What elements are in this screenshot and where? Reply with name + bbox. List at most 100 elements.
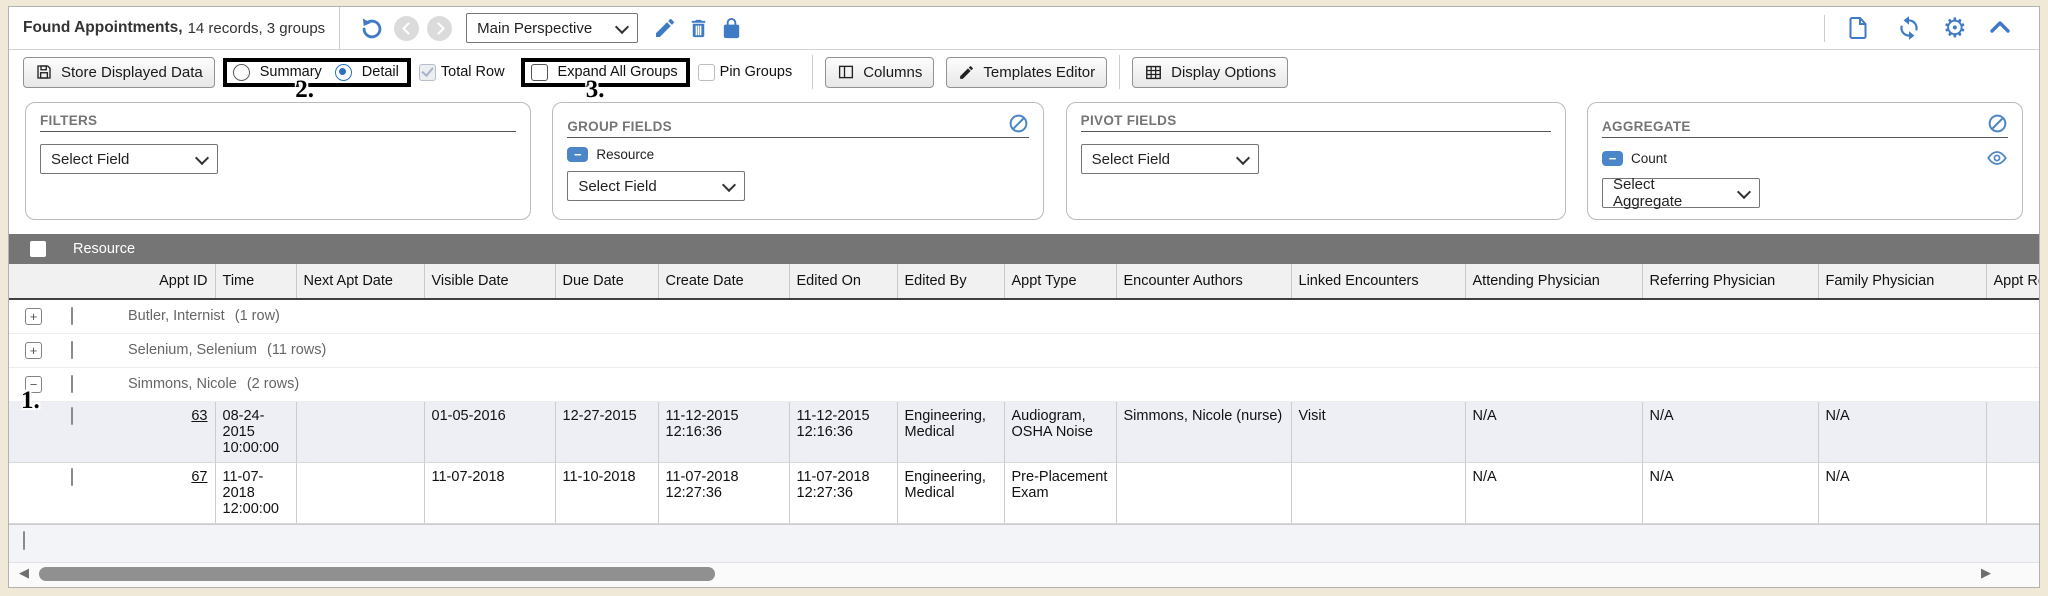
column-header-due-date[interactable]: Due Date [555, 264, 658, 299]
store-displayed-data-button[interactable]: Store Displayed Data [23, 57, 215, 88]
group-row-selenium: + Selenium, Selenium (11 rows) [9, 334, 2039, 368]
cell-family-physician: N/A [1818, 463, 1986, 524]
appt-id-link[interactable]: 63 [191, 408, 207, 424]
history-back-button[interactable] [394, 16, 419, 41]
aggregate-name: Count [1631, 151, 1667, 166]
clear-aggregate-icon[interactable] [1987, 113, 2008, 134]
scrollbar-thumb[interactable] [39, 567, 715, 581]
group-fields-panel: GROUP FIELDS − Resource Select Field [552, 102, 1044, 220]
group-row-count: (1 row) [235, 308, 280, 324]
cell-edited-on: 11-07-2018 12:27:36 [789, 463, 897, 524]
chevron-right-icon [432, 22, 445, 35]
display-options-button[interactable]: Display Options [1132, 57, 1288, 88]
undo-icon[interactable] [359, 15, 385, 41]
column-header-attending-physician[interactable]: Attending Physician [1465, 264, 1642, 299]
column-header-time[interactable]: Time [215, 264, 296, 299]
cell-visible-date: 01-05-2016 [424, 402, 555, 463]
total-row-checkbox[interactable] [419, 64, 436, 81]
screen: Found Appointments, 14 records, 3 groups… [0, 0, 2048, 596]
group-row-checkbox[interactable] [71, 307, 73, 325]
filters-field-select[interactable]: Select Field [40, 144, 218, 174]
group-name: Simmons, Nicole [128, 376, 237, 392]
new-document-icon[interactable] [1846, 16, 1870, 40]
column-header-family-physician[interactable]: Family Physician [1818, 264, 1986, 299]
expand-all-groups-checkbox[interactable] [531, 64, 548, 81]
column-header-referring-physician[interactable]: Referring Physician [1642, 264, 1818, 299]
scroll-left-icon[interactable]: ◀ [19, 567, 29, 580]
summary-radio[interactable] [233, 64, 250, 81]
group-field-select[interactable]: Select Field [567, 171, 745, 201]
pivot-fields-title-row: PIVOT FIELDS [1081, 113, 1551, 132]
chevron-down-icon [195, 150, 209, 164]
annotation-2: 2. [295, 77, 314, 102]
pin-groups-label: Pin Groups [720, 64, 793, 80]
horizontal-scrollbar[interactable]: ◀ ▶ [9, 562, 2039, 587]
column-header-appt-type[interactable]: Appt Type [1004, 264, 1116, 299]
results-grid: Resource Appt ID Time Next Apt [9, 234, 2039, 587]
remove-aggregate-button[interactable]: − [1602, 151, 1623, 166]
lock-perspective-icon[interactable] [720, 17, 743, 40]
aggregate-select-value: Select Aggregate [1613, 176, 1725, 210]
history-forward-button[interactable] [427, 16, 452, 41]
pivot-field-select[interactable]: Select Field [1081, 144, 1259, 174]
field-panels: FILTERS Select Field GROUP FIELDS − Reso… [9, 94, 2039, 226]
row-checkbox[interactable] [71, 468, 73, 486]
aggregate-select[interactable]: Select Aggregate [1602, 178, 1760, 208]
select-all-checkbox[interactable] [30, 241, 46, 257]
column-header-next-apt-date[interactable]: Next Apt Date [296, 264, 424, 299]
column-header-visible-date[interactable]: Visible Date [424, 264, 555, 299]
column-header-appt-re[interactable]: Appt Re [1986, 264, 2039, 299]
columns-button[interactable]: Columns [825, 57, 934, 88]
divider [1824, 15, 1825, 42]
column-header-row: Appt ID Time Next Apt Date Visible Date … [9, 264, 2039, 299]
divider [339, 7, 340, 49]
header-actions: ⚙ [1824, 15, 2025, 42]
column-header-edited-by[interactable]: Edited By [897, 264, 1004, 299]
cell-time: 08-24-2015 10:00:00 [215, 402, 296, 463]
clear-group-fields-icon[interactable] [1008, 113, 1029, 134]
expand-group-icon[interactable]: + [25, 308, 42, 325]
aggregate-chip-row: − Count [1602, 147, 2008, 169]
gear-icon[interactable]: ⚙ [1943, 15, 1967, 42]
cell-next-apt-date [296, 402, 424, 463]
footer-checkbox[interactable] [23, 531, 25, 550]
appt-id-link[interactable]: 67 [191, 469, 207, 485]
remove-group-field-button[interactable]: − [567, 147, 588, 162]
visibility-eye-icon[interactable] [1986, 147, 2008, 169]
total-row-label: Total Row [441, 64, 505, 80]
group-field-name: Resource [596, 147, 654, 162]
column-header-appt-id[interactable]: Appt ID [119, 264, 215, 299]
group-row-checkbox[interactable] [71, 375, 73, 393]
column-header-create-date[interactable]: Create Date [658, 264, 789, 299]
checkbox-column-header [64, 264, 119, 299]
templates-editor-button[interactable]: Templates Editor [946, 57, 1107, 88]
delete-perspective-icon[interactable] [687, 17, 710, 40]
pin-groups-checkbox[interactable] [698, 64, 715, 81]
detail-radio[interactable] [335, 64, 352, 81]
edit-perspective-icon[interactable] [653, 16, 677, 40]
cell-referring-physician: N/A [1642, 463, 1818, 524]
cell-due-date: 12-27-2015 [555, 402, 658, 463]
expand-group-icon[interactable]: + [25, 342, 42, 359]
cell-referring-physician: N/A [1642, 402, 1818, 463]
page-title: Found Appointments, [23, 19, 183, 37]
refresh-icon[interactable] [1896, 15, 1922, 41]
scroll-right-icon[interactable]: ▶ [1981, 567, 1991, 580]
cell-encounter-authors: Simmons, Nicole (nurse) [1116, 402, 1291, 463]
filters-field-select-value: Select Field [51, 151, 129, 168]
group-row-checkbox[interactable] [71, 341, 73, 359]
column-header-encounter-authors[interactable]: Encounter Authors [1116, 264, 1291, 299]
aggregate-title: AGGREGATE [1602, 119, 1691, 134]
annotation-3: 3. [586, 77, 605, 102]
divider [1119, 55, 1120, 89]
row-checkbox[interactable] [71, 407, 73, 425]
column-header-linked-encounters[interactable]: Linked Encounters [1291, 264, 1465, 299]
table-row: 67 11-07-2018 12:00:00 11-07-2018 11-10-… [9, 463, 2039, 524]
cell-linked-encounters [1291, 463, 1465, 524]
detail-radio-label: Detail [362, 64, 399, 80]
collapse-panel-icon[interactable] [1988, 16, 2012, 40]
perspective-select[interactable]: Main Perspective [466, 13, 638, 43]
grid-footer [9, 524, 2039, 562]
cell-appt-type: Audiogram, OSHA Noise [1004, 402, 1116, 463]
column-header-edited-on[interactable]: Edited On [789, 264, 897, 299]
